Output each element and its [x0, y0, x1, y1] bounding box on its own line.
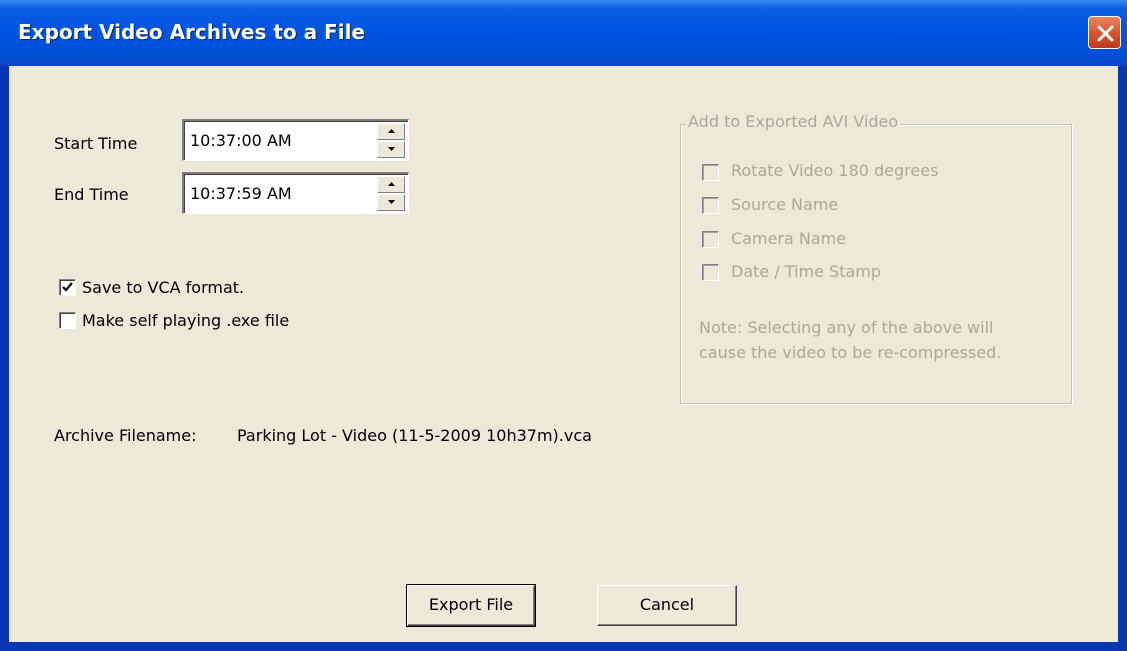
- archive-filename-label: Archive Filename:: [54, 426, 197, 445]
- start-time-input[interactable]: [190, 128, 370, 152]
- vca-format-checkbox[interactable]: [59, 279, 76, 296]
- avi-options-legend: Add to Exported AVI Video: [686, 112, 901, 131]
- dialog-body: Start Time End Time: [9, 66, 1118, 642]
- checkmark-icon: [62, 282, 73, 292]
- window-frame-bottom: [0, 642, 1127, 651]
- source-name-label: Source Name: [731, 195, 839, 214]
- archive-filename-value: Parking Lot - Video (11-5-2009 10h37m).v…: [237, 426, 592, 445]
- self-playing-label[interactable]: Make self playing .exe file: [82, 311, 289, 330]
- window-frame-right: [1118, 66, 1127, 651]
- end-time-up-button[interactable]: [377, 176, 405, 193]
- end-time-down-button[interactable]: [377, 194, 405, 211]
- avi-note-line1: Note: Selecting any of the above will: [699, 318, 994, 337]
- vca-format-label[interactable]: Save to VCA format.: [82, 278, 244, 297]
- close-icon: [1097, 25, 1114, 42]
- self-playing-checkbox[interactable]: [59, 312, 76, 329]
- camera-name-checkbox: [702, 231, 719, 248]
- arrow-down-icon: [388, 147, 395, 151]
- export-file-button[interactable]: Export File: [406, 584, 536, 627]
- datetime-stamp-label: Date / Time Stamp: [731, 262, 882, 281]
- start-time-up-button[interactable]: [377, 123, 405, 140]
- start-time-down-button[interactable]: [377, 141, 405, 158]
- avi-note-line2: cause the video to be re-compressed.: [699, 343, 1002, 362]
- rotate-video-checkbox: [702, 164, 719, 181]
- start-time-label: Start Time: [54, 134, 138, 153]
- arrow-up-icon: [388, 182, 395, 186]
- rotate-video-label: Rotate Video 180 degrees: [731, 161, 939, 180]
- camera-name-label: Camera Name: [731, 229, 847, 248]
- arrow-down-icon: [388, 200, 395, 204]
- end-time-picker[interactable]: [182, 172, 409, 214]
- dialog-window: Export Video Archives to a File Start Ti…: [0, 0, 1127, 651]
- start-time-spinner[interactable]: [377, 123, 405, 158]
- arrow-up-icon: [388, 129, 395, 133]
- datetime-stamp-checkbox: [702, 264, 719, 281]
- title-bar[interactable]: Export Video Archives to a File: [0, 0, 1127, 66]
- end-time-label: End Time: [54, 185, 129, 204]
- cancel-button[interactable]: Cancel: [597, 585, 737, 626]
- window-frame-left: [0, 66, 9, 651]
- end-time-spinner[interactable]: [377, 176, 405, 211]
- close-button[interactable]: [1088, 16, 1121, 49]
- end-time-input[interactable]: [190, 181, 370, 205]
- start-time-picker[interactable]: [182, 119, 409, 161]
- dialog-title: Export Video Archives to a File: [18, 20, 365, 44]
- source-name-checkbox: [702, 197, 719, 214]
